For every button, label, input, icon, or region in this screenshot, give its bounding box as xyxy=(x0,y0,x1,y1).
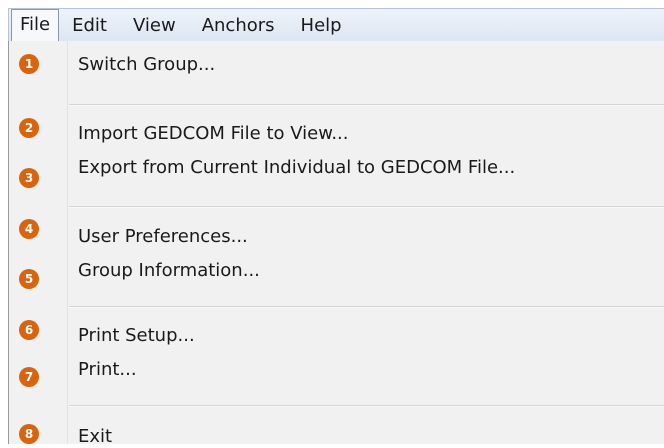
menu-item-label: Export from Current Individual to GEDCOM… xyxy=(78,157,516,178)
menu-file[interactable]: File xyxy=(11,9,60,41)
number-badge-icon: 3 xyxy=(19,168,39,188)
menu-item-user-preferences[interactable]: 4 User Preferences... xyxy=(9,215,664,251)
menu-item-import-gedcom[interactable]: 2 Import GEDCOM File to View... xyxy=(9,112,664,148)
menu-item-label: User Preferences... xyxy=(78,226,248,247)
number-badge-icon: 5 xyxy=(19,269,39,289)
number-badge-icon: 8 xyxy=(19,424,39,444)
menu-item-exit[interactable]: 8 Exit xyxy=(9,412,664,448)
menu-item-group-information[interactable]: 5 Group Information... xyxy=(9,260,664,296)
menu-item-label: Print... xyxy=(78,359,137,380)
number-badge-icon: 4 xyxy=(19,219,39,239)
menu-edit[interactable]: Edit xyxy=(59,9,120,42)
menu-separator xyxy=(69,104,664,106)
number-badge-icon: 7 xyxy=(19,367,39,387)
number-badge-icon: 1 xyxy=(19,54,39,74)
number-badge-icon: 6 xyxy=(19,320,39,340)
menu-separator xyxy=(69,306,664,308)
menu-item-print-setup[interactable]: 6 Print Setup... xyxy=(9,316,664,352)
number-badge-icon: 2 xyxy=(19,118,39,138)
menu-anchors[interactable]: Anchors xyxy=(189,9,288,42)
menu-item-switch-group[interactable]: 1 Switch Group... xyxy=(9,46,664,82)
menu-item-label: Switch Group... xyxy=(78,53,216,75)
menu-item-label: Group Information... xyxy=(78,260,260,281)
menu-bar: File Edit View Anchors Help xyxy=(8,8,664,41)
menu-help[interactable]: Help xyxy=(288,9,355,42)
menu-item-export-gedcom[interactable]: 3 Export from Current Individual to GEDC… xyxy=(9,157,664,193)
menu-view[interactable]: View xyxy=(120,9,189,42)
menu-item-print[interactable]: 7 Print... xyxy=(9,359,664,395)
menu-item-label: Print Setup... xyxy=(78,325,195,346)
menu-separator xyxy=(69,206,664,208)
menu-separator xyxy=(69,405,664,407)
menu-item-label: Import GEDCOM File to View... xyxy=(78,123,349,144)
file-dropdown-menu: 1 Switch Group... 2 Import GEDCOM File t… xyxy=(8,41,664,447)
